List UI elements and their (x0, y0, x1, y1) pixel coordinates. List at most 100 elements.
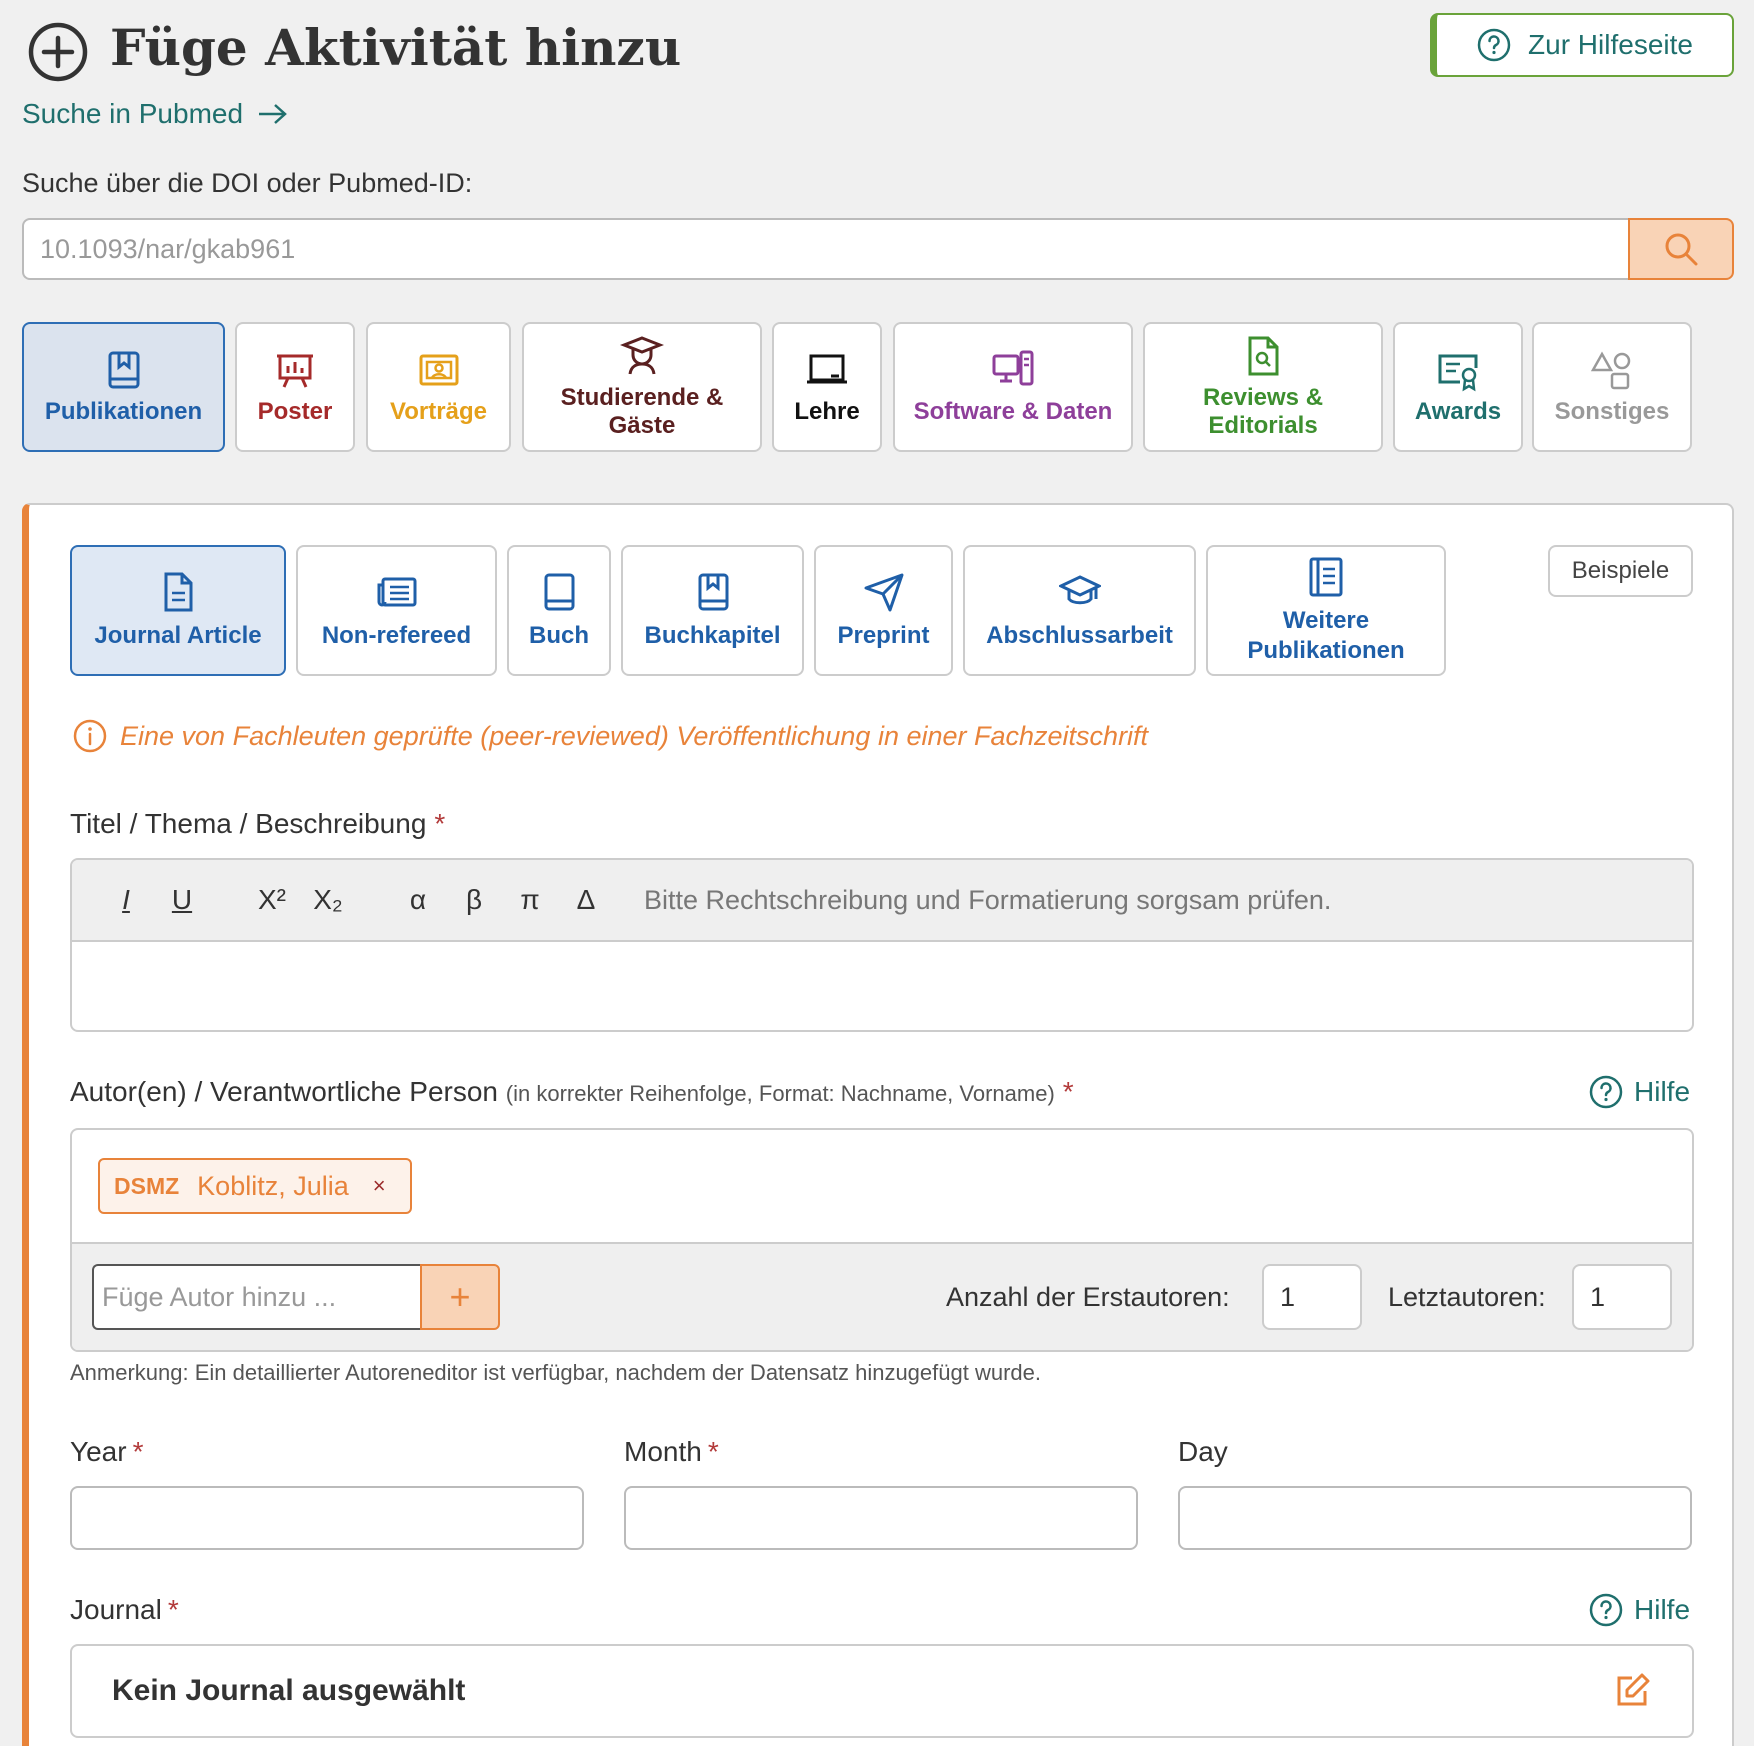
edit-icon[interactable] (1612, 1671, 1652, 1711)
remove-author-icon[interactable]: × (373, 1173, 386, 1199)
alpha-button[interactable]: α (390, 884, 446, 916)
book-icon (108, 351, 139, 389)
subtype-non-refereed[interactable]: Non-refereed (296, 545, 497, 676)
title-editor-area[interactable] (72, 942, 1692, 1030)
subtype-preprint[interactable]: Preprint (814, 545, 953, 676)
add-author-input[interactable] (92, 1264, 422, 1330)
paper-plane-icon (864, 573, 903, 611)
pubmed-search-link[interactable]: Suche in Pubmed (22, 98, 289, 130)
journal-label: Journal * (70, 1594, 179, 1626)
subtype-label: Abschlussarbeit (986, 621, 1173, 649)
category-label: Sonstiges (1554, 398, 1670, 425)
certificate-icon (1438, 354, 1478, 392)
chalkboard-icon (807, 354, 847, 384)
category-label: Vorträge (390, 398, 487, 425)
first-authors-label: Anzahl der Erstautoren: (946, 1282, 1230, 1312)
category-publikationen[interactable]: Publikationen (22, 322, 225, 452)
authors-label-text: Autor(en) / Verantwortliche Person (70, 1076, 498, 1107)
arrow-right-icon (259, 104, 287, 124)
category-label: Poster (257, 398, 333, 425)
italic-button[interactable]: I (98, 884, 154, 916)
question-circle-icon (1589, 1075, 1623, 1109)
year-label: Year * (70, 1436, 143, 1468)
author-unit-badge: DSMZ (114, 1172, 180, 1199)
superscript-button[interactable]: X² (244, 884, 300, 916)
last-authors-input[interactable] (1572, 1264, 1672, 1330)
category-label: Lehre (794, 398, 860, 425)
required-marker: * (167, 1594, 179, 1625)
help-label: Hilfe (1634, 1594, 1691, 1625)
underline-button[interactable]: U (154, 884, 210, 916)
subtype-label: Preprint (837, 621, 930, 649)
add-author-button[interactable]: + (420, 1264, 500, 1330)
computer-icon (992, 350, 1034, 386)
doi-search-input[interactable] (22, 218, 1630, 280)
subscript-button[interactable]: X₂ (300, 884, 356, 916)
editor-toolbar: I U X² X₂ α β π Δ Bitte Rechtschreibung … (72, 860, 1692, 942)
month-input[interactable] (624, 1486, 1138, 1550)
search-label: Suche über die DOI oder Pubmed-ID: (22, 168, 473, 198)
category-studierende-gaeste[interactable]: Studierende & Gäste (522, 322, 762, 452)
day-label: Day (1178, 1436, 1228, 1467)
category-reviews-editorials[interactable]: Reviews & Editorials (1143, 322, 1383, 452)
question-circle-icon (1477, 28, 1511, 62)
category-lehre[interactable]: Lehre (772, 322, 882, 452)
speaker-board-icon (419, 354, 458, 386)
day-input[interactable] (1178, 1486, 1692, 1550)
shapes-icon (1590, 351, 1631, 390)
category-software-daten[interactable]: Software & Daten (893, 322, 1133, 452)
student-icon (620, 336, 664, 375)
subtype-abschlussarbeit[interactable]: Abschlussarbeit (963, 545, 1196, 676)
title-field-label: Titel / Thema / Beschreibung * (70, 808, 445, 840)
title-editor: I U X² X₂ α β π Δ Bitte Rechtschreibung … (70, 858, 1694, 1032)
help-page-button[interactable]: Zur Hilfeseite (1430, 13, 1734, 77)
editor-hint: Bitte Rechtschreibung und Formatierung s… (644, 884, 1332, 915)
journal-select[interactable]: Kein Journal ausgewählt (70, 1644, 1694, 1738)
author-chip[interactable]: DSMZ Koblitz, Julia × (98, 1158, 412, 1214)
authors-help-link[interactable]: Hilfe (1588, 1074, 1690, 1110)
bookmark-book-icon (698, 573, 728, 610)
required-marker: * (1062, 1076, 1074, 1107)
subtype-buch[interactable]: Buch (507, 545, 611, 676)
category-label: Reviews & Editorials (1202, 384, 1324, 439)
book-closed-icon (544, 573, 575, 610)
journal-empty-text: Kein Journal ausgewählt (112, 1674, 466, 1707)
category-poster[interactable]: Poster (235, 322, 355, 452)
subtype-label: Journal Article (94, 621, 262, 649)
graduation-cap-icon (1058, 574, 1101, 604)
search-icon (1665, 233, 1698, 266)
authors-add-bar: + Anzahl der Erstautoren: Letztautoren: (72, 1242, 1692, 1350)
journal-help-link[interactable]: Hilfe (1588, 1592, 1690, 1628)
author-name: Koblitz, Julia (197, 1170, 349, 1201)
delta-button[interactable]: Δ (558, 884, 614, 916)
subtype-label: Weitere Publikationen (1247, 606, 1405, 664)
year-input[interactable] (70, 1486, 584, 1550)
pi-button[interactable]: π (502, 884, 558, 916)
required-marker: * (132, 1436, 144, 1467)
notebook-icon (1309, 557, 1343, 596)
subtype-label: Buch (529, 621, 589, 649)
file-search-icon (1248, 336, 1279, 376)
info-text: Eine von Fachleuten geprüfte (peer-revie… (120, 720, 1149, 751)
last-authors-label: Letztautoren: (1388, 1282, 1546, 1312)
add-circle-icon (28, 22, 88, 82)
subtype-label: Buchkapitel (644, 621, 781, 649)
search-button[interactable] (1628, 218, 1734, 280)
first-authors-input[interactable] (1262, 1264, 1362, 1330)
month-label-text: Month (624, 1436, 702, 1467)
journal-label-text: Journal (70, 1594, 162, 1625)
category-label: Awards (1414, 398, 1502, 425)
help-label: Hilfe (1634, 1076, 1691, 1107)
authors-note: Anmerkung: Ein detaillierter Autorenedit… (70, 1360, 1041, 1385)
category-awards[interactable]: Awards (1393, 322, 1523, 452)
subtype-journal-article[interactable]: Journal Article (70, 545, 286, 676)
subtype-weitere-publikationen[interactable]: Weitere Publikationen (1206, 545, 1446, 676)
authors-format-hint: (in korrekter Reihenfolge, Format: Nachn… (505, 1081, 1055, 1106)
help-page-label: Zur Hilfeseite (1528, 29, 1693, 60)
subtype-buchkapitel[interactable]: Buchkapitel (621, 545, 804, 676)
examples-button[interactable]: Beispiele (1548, 545, 1693, 597)
beta-button[interactable]: β (446, 884, 502, 916)
info-circle-icon (73, 719, 107, 753)
category-sonstiges[interactable]: Sonstiges (1532, 322, 1692, 452)
category-vortraege[interactable]: Vorträge (366, 322, 511, 452)
